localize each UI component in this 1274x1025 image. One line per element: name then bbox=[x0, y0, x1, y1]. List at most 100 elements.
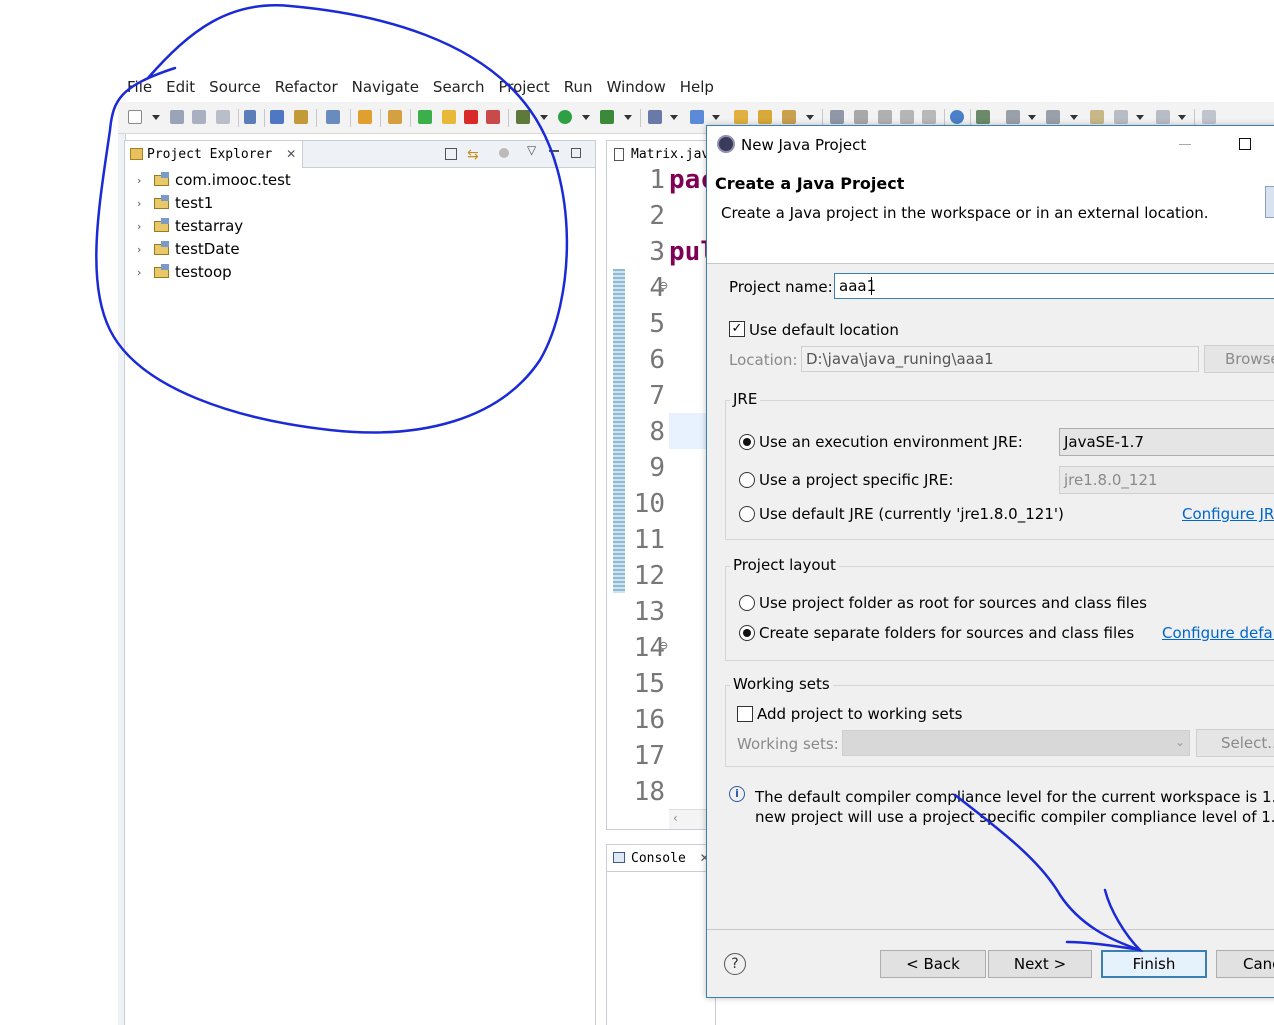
external-tools-icon[interactable] bbox=[648, 110, 662, 124]
forward-dropdown-icon[interactable] bbox=[1178, 115, 1186, 120]
outline-icon[interactable] bbox=[900, 110, 914, 124]
resume-icon[interactable] bbox=[418, 110, 432, 124]
project-name-input[interactable]: aaa1 bbox=[834, 273, 1274, 299]
open-folder-icon[interactable] bbox=[734, 110, 748, 124]
back-button[interactable]: < Back bbox=[880, 950, 986, 978]
back-dropdown-icon[interactable] bbox=[1136, 115, 1144, 120]
menu-project[interactable]: Project bbox=[491, 74, 556, 100]
run-dropdown-icon[interactable] bbox=[582, 115, 590, 120]
fold-icon[interactable]: ⊖ bbox=[659, 639, 668, 652]
separate-folders-radio[interactable] bbox=[739, 625, 755, 641]
open-type-icon[interactable] bbox=[270, 110, 284, 124]
scroll-left-icon[interactable]: ‹ bbox=[673, 811, 678, 825]
globe-icon[interactable] bbox=[950, 110, 964, 124]
terminate-icon[interactable] bbox=[464, 110, 478, 124]
exec-env-select[interactable]: JavaSE-1.7 bbox=[1059, 428, 1274, 456]
console-tab[interactable]: Console ✕ bbox=[607, 845, 715, 872]
exec-env-radio[interactable] bbox=[739, 434, 755, 450]
debug-dropdown-icon[interactable] bbox=[540, 115, 548, 120]
open-file-icon[interactable] bbox=[758, 110, 772, 124]
last-edit-icon[interactable] bbox=[1090, 110, 1104, 124]
project-item[interactable]: › testarray bbox=[137, 215, 243, 237]
location-input[interactable]: D:\java\java_runing\aaa1 bbox=[801, 346, 1199, 372]
search-dropdown-icon[interactable] bbox=[806, 115, 814, 120]
coverage-icon[interactable] bbox=[600, 110, 614, 124]
filter-icon[interactable] bbox=[499, 148, 509, 158]
expand-chevron-icon[interactable]: › bbox=[137, 220, 153, 233]
organize-icon[interactable] bbox=[878, 110, 892, 124]
menu-navigate[interactable]: Navigate bbox=[345, 74, 426, 100]
toggle-mark-icon[interactable] bbox=[326, 110, 340, 124]
menu-refactor[interactable]: Refactor bbox=[268, 74, 345, 100]
back-icon[interactable] bbox=[1114, 110, 1128, 124]
collapse-all-icon[interactable] bbox=[445, 148, 457, 160]
expand-chevron-icon[interactable]: › bbox=[137, 197, 153, 210]
external-tools-dropdown-icon[interactable] bbox=[670, 115, 678, 120]
format-icon[interactable] bbox=[854, 110, 868, 124]
next-annotation-icon[interactable] bbox=[1006, 110, 1020, 124]
help-icon[interactable]: ? bbox=[724, 953, 746, 975]
expand-chevron-icon[interactable]: › bbox=[137, 174, 153, 187]
skip-breakpoints-icon[interactable] bbox=[244, 110, 256, 124]
project-specific-jre-select[interactable]: jre1.8.0_121 bbox=[1059, 466, 1274, 494]
new-server-dropdown-icon[interactable] bbox=[712, 115, 720, 120]
next-annotation-dropdown-icon[interactable] bbox=[1028, 115, 1036, 120]
expand-chevron-icon[interactable]: › bbox=[137, 266, 153, 279]
project-item[interactable]: › testDate bbox=[137, 238, 240, 260]
menu-help[interactable]: Help bbox=[673, 74, 721, 100]
add-to-working-sets-checkbox[interactable] bbox=[737, 706, 753, 722]
save-icon[interactable] bbox=[170, 110, 184, 124]
configure-jres-link[interactable]: Configure JREs... bbox=[1182, 505, 1274, 523]
maximize-icon[interactable] bbox=[1239, 138, 1251, 150]
link-editor-icon[interactable]: ⇆ bbox=[467, 147, 479, 163]
print-icon[interactable] bbox=[216, 110, 230, 124]
menu-run[interactable]: Run bbox=[557, 74, 600, 100]
project-explorer-tab[interactable]: Project Explorer ✕ bbox=[125, 141, 303, 168]
new-icon[interactable] bbox=[128, 110, 142, 124]
close-icon[interactable]: ✕ bbox=[286, 147, 296, 161]
browse-button[interactable]: Browse... bbox=[1204, 345, 1274, 373]
editor-tab[interactable]: Matrix.java bbox=[607, 141, 717, 168]
annotation-icon[interactable] bbox=[830, 110, 844, 124]
menu-file[interactable]: File bbox=[120, 74, 159, 100]
run-icon[interactable] bbox=[558, 110, 572, 124]
debug-icon[interactable] bbox=[516, 110, 530, 124]
split-icon[interactable] bbox=[922, 110, 936, 124]
project-item[interactable]: › com.imooc.test bbox=[137, 169, 291, 191]
perspective-icon[interactable] bbox=[1202, 110, 1216, 124]
disconnect-icon[interactable] bbox=[486, 110, 500, 124]
prev-annotation-icon[interactable] bbox=[1046, 110, 1060, 124]
search-tool-icon[interactable] bbox=[782, 110, 796, 124]
next-button[interactable]: Next > bbox=[988, 950, 1092, 978]
refresh-icon[interactable] bbox=[358, 110, 372, 124]
configure-default-link[interactable]: Configure default... bbox=[1162, 624, 1274, 642]
prev-annotation-dropdown-icon[interactable] bbox=[1070, 115, 1078, 120]
suspend-icon[interactable] bbox=[442, 110, 456, 124]
forward-icon[interactable] bbox=[1156, 110, 1170, 124]
open-task-icon[interactable] bbox=[294, 110, 308, 124]
minimize-icon[interactable] bbox=[1179, 144, 1191, 145]
new-dropdown-icon[interactable] bbox=[152, 115, 160, 120]
select-working-sets-button[interactable]: Select... bbox=[1196, 729, 1274, 757]
project-root-radio[interactable] bbox=[739, 595, 755, 611]
menu-source[interactable]: Source bbox=[202, 74, 268, 100]
step-icon[interactable] bbox=[388, 110, 402, 124]
menu-edit[interactable]: Edit bbox=[159, 74, 202, 100]
view-menu-icon[interactable]: ▽ bbox=[527, 143, 536, 157]
finish-button[interactable]: Finish bbox=[1101, 950, 1207, 978]
menu-window[interactable]: Window bbox=[600, 74, 673, 100]
minimize-icon[interactable] bbox=[549, 150, 559, 152]
save-all-icon[interactable] bbox=[192, 110, 206, 124]
project-item[interactable]: › testoop bbox=[137, 261, 232, 283]
fold-icon[interactable]: ⊖ bbox=[659, 279, 668, 292]
expand-chevron-icon[interactable]: › bbox=[137, 243, 153, 256]
coverage-dropdown-icon[interactable] bbox=[624, 115, 632, 120]
pin-icon[interactable] bbox=[976, 110, 990, 124]
cancel-button[interactable]: Cancel bbox=[1216, 950, 1274, 978]
project-specific-jre-radio[interactable] bbox=[739, 472, 755, 488]
working-sets-select[interactable]: ⌄ bbox=[842, 730, 1190, 756]
new-server-icon[interactable] bbox=[690, 110, 704, 124]
maximize-icon[interactable] bbox=[571, 148, 581, 158]
project-item[interactable]: › test1 bbox=[137, 192, 213, 214]
default-jre-radio[interactable] bbox=[739, 506, 755, 522]
